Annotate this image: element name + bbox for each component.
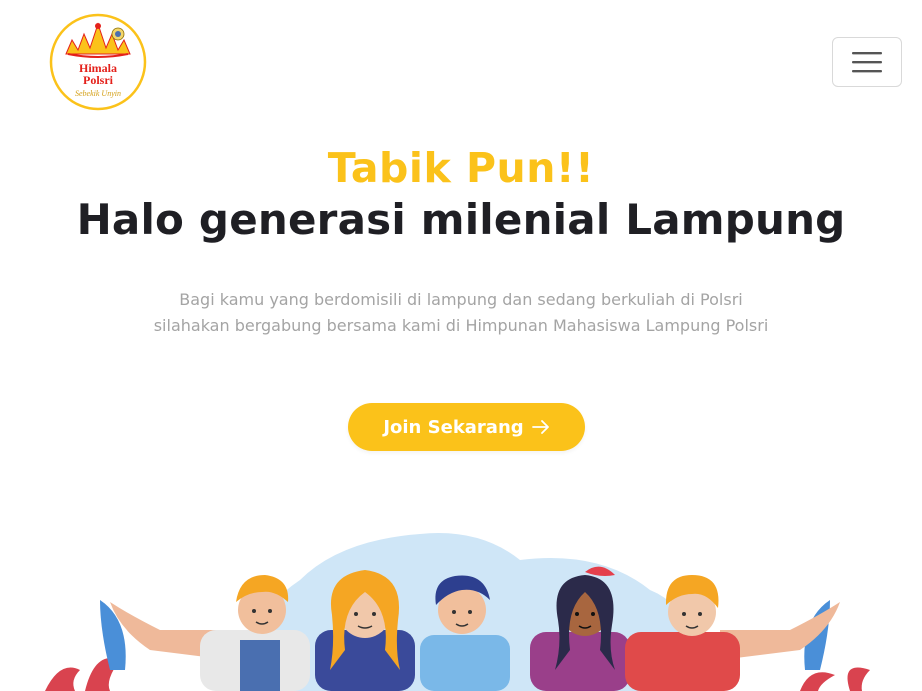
group-of-youth-illustration — [0, 520, 922, 691]
hero-description: Bagi kamu yang berdomisili di lampung da… — [0, 287, 922, 339]
navbar: Himala Polsri Sebekik Unyin — [0, 0, 922, 125]
join-now-button[interactable]: Join Sekarang — [348, 403, 585, 451]
join-now-label: Join Sekarang — [383, 416, 524, 438]
hero-headline: Halo generasi milenial Lampung — [76, 195, 846, 244]
svg-text:Sebekik Unyin: Sebekik Unyin — [75, 89, 121, 98]
svg-text:Polsri: Polsri — [83, 73, 114, 87]
hamburger-icon — [852, 52, 882, 73]
hero-description-line-2: silahakan bergabung bersama kami di Himp… — [153, 316, 769, 335]
logo-emblem-icon: Himala Polsri Sebekik Unyin — [49, 13, 147, 111]
menu-toggle-button[interactable] — [832, 37, 902, 87]
arrow-right-icon — [531, 420, 549, 434]
himala-polsri-logo[interactable]: Himala Polsri Sebekik Unyin — [48, 12, 148, 112]
hero-greeting: Tabik Pun!! — [327, 144, 595, 192]
group-of-youth-illustration-icon — [45, 533, 870, 691]
hero-description-line-1: Bagi kamu yang berdomisili di lampung da… — [179, 290, 743, 309]
hero-section: Tabik Pun!! Halo generasi milenial Lampu… — [0, 140, 922, 248]
